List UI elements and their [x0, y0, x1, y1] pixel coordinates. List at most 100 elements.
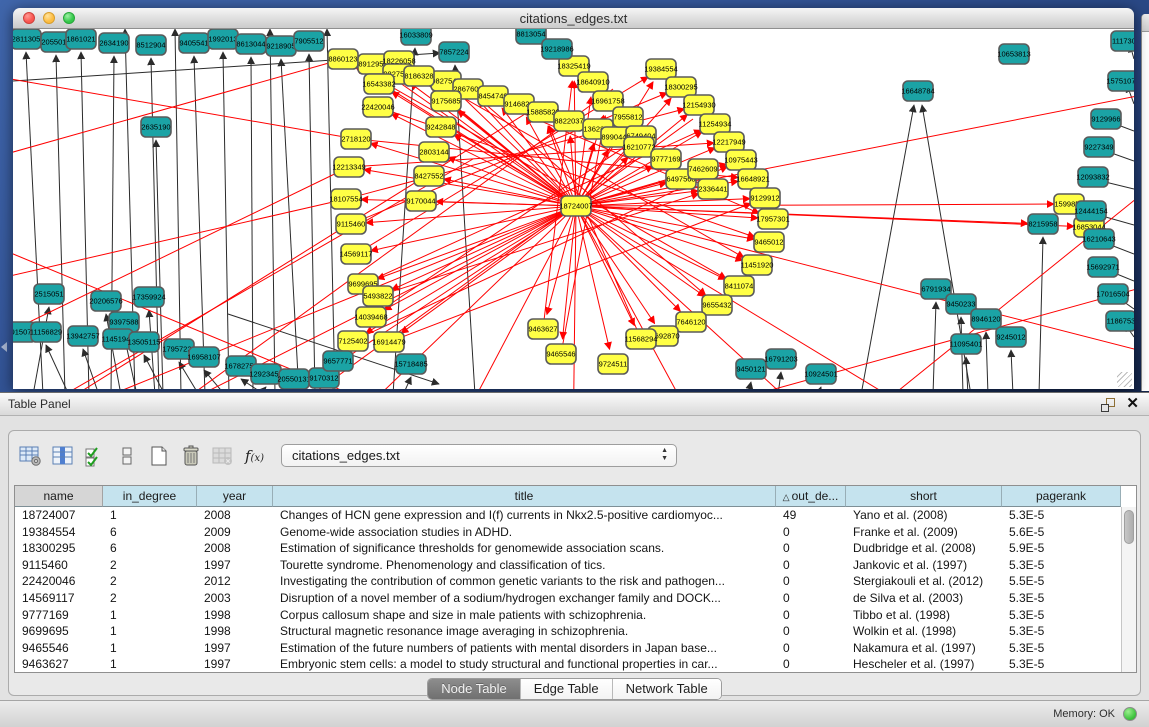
tab-network-table[interactable]: Network Table [613, 679, 721, 699]
table-cell[interactable]: 5.3E-5 [1002, 640, 1121, 657]
show-columns-icon[interactable] [49, 443, 76, 469]
memory-status-icon[interactable] [1123, 707, 1137, 721]
table-cell[interactable]: Hescheler et al. (1997) [846, 656, 1002, 673]
table-cell[interactable]: 1997 [197, 640, 273, 657]
graph-edge[interactable] [175, 29, 181, 389]
zoom-window-button[interactable] [63, 12, 75, 24]
table-cell[interactable]: de Silva et al. (2003) [846, 590, 1002, 607]
graph-edge[interactable] [259, 387, 266, 389]
graph-edge[interactable] [13, 59, 343, 169]
table-cell[interactable]: Estimation of the future numbers of pati… [273, 640, 776, 657]
table-vertical-scrollbar[interactable] [1121, 507, 1136, 672]
table-cell[interactable]: 5.3E-5 [1002, 623, 1121, 640]
table-cell[interactable]: Wolkin et al. (1998) [846, 623, 1002, 640]
table-cell[interactable]: 2 [103, 557, 197, 574]
table-cell[interactable]: 1 [103, 623, 197, 640]
window-resize-grip[interactable] [1117, 372, 1132, 387]
graph-edge[interactable] [1039, 237, 1043, 389]
graph-edge[interactable] [403, 377, 411, 389]
table-cell[interactable]: 6 [103, 524, 197, 541]
table-cell[interactable]: 1997 [197, 557, 273, 574]
table-cell[interactable]: 1 [103, 656, 197, 673]
column-header-out_de[interactable]: △out_de... [776, 486, 846, 507]
table-cell[interactable]: 5.3E-5 [1002, 557, 1121, 574]
graph-edge[interactable] [586, 206, 1028, 223]
table-cell[interactable]: 2009 [197, 524, 273, 541]
table-cell[interactable]: 1 [103, 640, 197, 657]
table-cell[interactable]: Disruption of a novel member of a sodium… [273, 590, 776, 607]
table-row[interactable]: 1872400712008Changes of HCN gene express… [15, 507, 1136, 524]
table-cell[interactable]: Estimation of significance thresholds fo… [273, 540, 776, 557]
table-cell[interactable]: Nakamura et al. (1997) [846, 640, 1002, 657]
column-header-in_degree[interactable]: in_degree [103, 486, 197, 507]
table-cell[interactable]: 2 [103, 573, 197, 590]
table-cell[interactable]: 18300295 [15, 540, 103, 557]
close-icon[interactable]: ✕ [1126, 395, 1139, 413]
table-cell[interactable]: 2008 [197, 507, 273, 524]
table-cell[interactable]: 5.6E-5 [1002, 524, 1121, 541]
graph-edge[interactable] [576, 206, 713, 389]
table-cell[interactable]: 2008 [197, 540, 273, 557]
table-cell[interactable]: 5.3E-5 [1002, 607, 1121, 624]
graph-edge[interactable] [194, 56, 205, 389]
table-cell[interactable]: 2 [103, 590, 197, 607]
column-header-name[interactable]: name [15, 486, 103, 507]
table-cell[interactable]: 0 [776, 607, 846, 624]
table-cell[interactable]: 5.9E-5 [1002, 540, 1121, 557]
table-cell[interactable]: 49 [776, 507, 846, 524]
table-cell[interactable]: Franke et al. (2009) [846, 524, 1002, 541]
unselect-all-rows-icon[interactable] [113, 443, 140, 469]
table-cell[interactable]: 22420046 [15, 573, 103, 590]
table-mode-icon[interactable] [17, 443, 44, 469]
table-cell[interactable]: 5.3E-5 [1002, 507, 1121, 524]
table-cell[interactable]: Dudbridge et al. (2008) [846, 540, 1002, 557]
table-cell[interactable]: 5.3E-5 [1002, 590, 1121, 607]
table-cell[interactable]: Investigating the contribution of common… [273, 573, 776, 590]
collapsed-panel-arrow-icon[interactable] [1, 342, 7, 352]
tab-node-table[interactable]: Node Table [428, 679, 521, 699]
tab-edge-table[interactable]: Edge Table [521, 679, 613, 699]
table-cell[interactable]: Corpus callosum shape and size in male p… [273, 607, 776, 624]
close-window-button[interactable] [23, 12, 35, 24]
graph-edge[interactable] [576, 89, 1134, 206]
column-header-title[interactable]: title [273, 486, 776, 507]
column-header-pagerank[interactable]: pagerank [1002, 486, 1121, 507]
table-cell[interactable]: 14569117 [15, 590, 103, 607]
table-cell[interactable]: 1998 [197, 607, 273, 624]
graph-edge[interactable] [281, 59, 299, 389]
delete-columns-icon[interactable] [177, 443, 204, 469]
table-cell[interactable]: 0 [776, 573, 846, 590]
table-cell[interactable]: 1 [103, 507, 197, 524]
graph-edge[interactable] [586, 204, 1054, 206]
table-cell[interactable]: 9115460 [15, 557, 103, 574]
graph-edge[interactable] [401, 212, 568, 333]
graph-edge[interactable] [778, 372, 781, 389]
graph-edge[interactable] [570, 136, 575, 196]
float-window-icon[interactable] [1101, 398, 1115, 412]
table-row[interactable]: 969969511998Structural magnetic resonanc… [15, 623, 1136, 640]
table-cell[interactable]: 0 [776, 656, 846, 673]
table-cell[interactable]: 1998 [197, 623, 273, 640]
table-cell[interactable]: Structural magnetic resonance image aver… [273, 623, 776, 640]
graph-edge[interactable] [582, 214, 655, 323]
table-cell[interactable]: 19384554 [15, 524, 103, 541]
table-cell[interactable]: 2003 [197, 590, 273, 607]
graph-edge[interactable] [46, 345, 69, 389]
scrollbar-thumb[interactable] [1124, 510, 1134, 544]
table-cell[interactable]: Genome-wide association studies in ADHD. [273, 524, 776, 541]
table-cell[interactable]: 0 [776, 623, 846, 640]
table-cell[interactable]: Jankovic et al. (1997) [846, 557, 1002, 574]
table-cell[interactable]: 0 [776, 524, 846, 541]
table-row[interactable]: 1456911722003Disruption of a novel membe… [15, 590, 1136, 607]
network-window-titlebar[interactable]: citations_edges.txt [13, 8, 1134, 29]
table-row[interactable]: 2242004622012Investigating the contribut… [15, 573, 1136, 590]
table-cell[interactable]: 5.3E-5 [1002, 656, 1121, 673]
table-cell[interactable]: 2012 [197, 573, 273, 590]
table-row[interactable]: 911546021997Tourette syndrome. Phenomeno… [15, 557, 1136, 574]
graph-edge[interactable] [986, 332, 988, 389]
graph-edge[interactable] [586, 209, 743, 260]
table-row[interactable]: 1938455462009Genome-wide association stu… [15, 524, 1136, 541]
table-cell[interactable]: Changes of HCN gene expression and I(f) … [273, 507, 776, 524]
graph-edge[interactable] [364, 170, 566, 205]
table-cell[interactable]: 1 [103, 607, 197, 624]
